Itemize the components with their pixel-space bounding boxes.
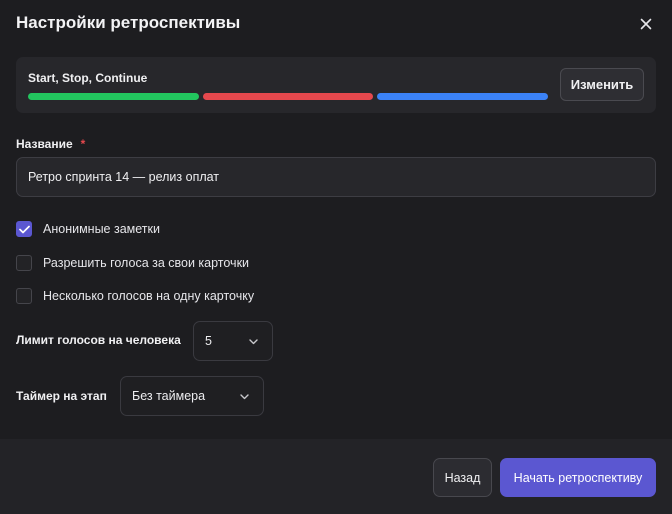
- required-mark: *: [80, 137, 86, 151]
- option-multiple-votes[interactable]: Несколько голосов на одну карточку: [16, 288, 254, 304]
- column-bar-start: [28, 93, 199, 100]
- name-field-label: Название *: [16, 137, 85, 151]
- template-card: Start, Stop, Continue Изменить: [16, 57, 656, 113]
- close-button[interactable]: [634, 12, 658, 36]
- back-button[interactable]: Назад: [433, 458, 492, 497]
- check-icon: [18, 225, 30, 233]
- name-input[interactable]: [16, 157, 656, 197]
- timer-value: Без таймера: [132, 389, 206, 403]
- start-retro-button[interactable]: Начать ретроспективу: [500, 458, 656, 497]
- checkbox-multiple-votes[interactable]: [16, 288, 32, 304]
- retro-settings-dialog: Настройки ретроспективы Start, Stop, Con…: [0, 0, 672, 514]
- chevron-down-icon: [240, 394, 249, 400]
- option-label: Несколько голосов на одну карточку: [43, 289, 255, 303]
- dialog-title: Настройки ретроспективы: [16, 13, 241, 32]
- vote-limit-select[interactable]: 5: [193, 321, 273, 361]
- checkbox-anonymous-notes[interactable]: [16, 221, 32, 237]
- change-template-button[interactable]: Изменить: [560, 68, 644, 101]
- option-anonymous-notes[interactable]: Анонимные заметки: [16, 221, 160, 237]
- vote-limit-value: 5: [205, 334, 212, 348]
- close-icon: [640, 18, 652, 30]
- checkbox-vote-own-cards[interactable]: [16, 255, 32, 271]
- column-bar-continue: [377, 93, 549, 100]
- dialog-footer: Назад Начать ретроспективу: [0, 439, 672, 514]
- option-label: Разрешить голоса за свои карточки: [43, 256, 250, 270]
- name-label-text: Название: [16, 137, 73, 151]
- column-bar-stop: [202, 93, 374, 100]
- template-columns-bar: [28, 93, 549, 100]
- chevron-down-icon: [249, 339, 258, 345]
- timer-select[interactable]: Без таймера: [120, 376, 264, 416]
- option-vote-own-cards[interactable]: Разрешить голоса за свои карточки: [16, 255, 249, 271]
- option-label: Анонимные заметки: [43, 222, 160, 236]
- timer-label: Таймер на этап: [16, 389, 107, 403]
- template-name: Start, Stop, Continue: [28, 71, 148, 85]
- vote-limit-label: Лимит голосов на человека: [16, 333, 181, 347]
